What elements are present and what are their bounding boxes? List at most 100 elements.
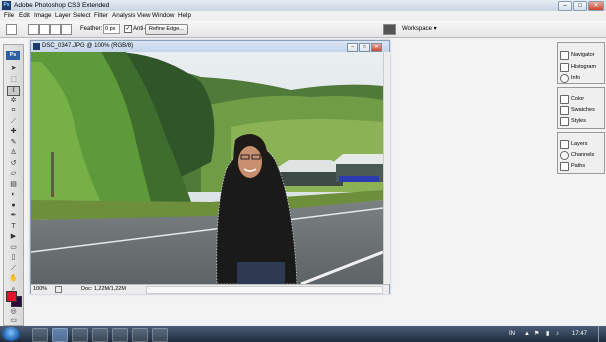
menu-analysis[interactable]: Analysis xyxy=(112,12,135,20)
panel-group-layers: Layers Channels Paths xyxy=(557,132,605,174)
shape-tool-icon[interactable]: ▭ xyxy=(8,244,19,252)
menu-select[interactable]: Select xyxy=(73,12,91,20)
lasso-tool-icon[interactable]: ℓ xyxy=(7,86,20,96)
intersect-selection-icon[interactable] xyxy=(61,24,72,35)
menu-edit[interactable]: Edit xyxy=(19,12,30,20)
panel-channels-label: Channels xyxy=(571,152,595,158)
navigator-icon xyxy=(560,51,569,60)
slice-tool-icon[interactable]: ⟋ xyxy=(8,118,19,126)
tray-arrow-icon[interactable]: ▲ xyxy=(524,329,530,339)
dodge-tool-icon[interactable]: ● xyxy=(8,202,19,210)
taskbar-app2-icon[interactable] xyxy=(132,328,148,342)
brush-tool-icon[interactable]: ✎ xyxy=(8,139,19,147)
hand-tool-icon[interactable]: ✋ xyxy=(8,275,19,283)
panel-layers-label: Layers xyxy=(571,141,588,147)
options-bar: Feather: 0 px ✓ Anti-alias Refine Edge..… xyxy=(0,21,606,38)
foreground-color-swatch[interactable] xyxy=(6,291,17,302)
menu-layer[interactable]: Layer xyxy=(55,12,71,20)
healing-brush-icon[interactable]: ✚ xyxy=(8,128,19,136)
info-icon xyxy=(560,74,569,83)
panel-info-label: Info xyxy=(571,75,581,81)
gradient-tool-icon[interactable]: ▤ xyxy=(8,181,19,189)
eyedropper-icon[interactable]: ⟋ xyxy=(8,265,19,273)
doc-close-button[interactable]: ✕ xyxy=(371,43,382,52)
panel-navigator[interactable]: Navigator xyxy=(560,50,602,60)
horizontal-scrollbar[interactable] xyxy=(146,286,383,294)
toolbox-ps-badge: Ps xyxy=(6,51,20,60)
menu-help[interactable]: Help xyxy=(178,12,191,20)
panel-histogram-label: Histogram xyxy=(571,64,597,70)
minimize-button[interactable]: – xyxy=(558,1,572,11)
new-selection-icon[interactable] xyxy=(28,24,39,35)
paths-icon xyxy=(560,162,569,171)
panel-color-label: Color xyxy=(571,96,585,102)
menu-window[interactable]: Window xyxy=(152,12,174,20)
panel-layers[interactable]: Layers xyxy=(560,139,602,149)
show-desktop-button[interactable] xyxy=(598,326,606,342)
magic-wand-icon[interactable]: ✲ xyxy=(8,97,19,105)
marquee-tool-icon[interactable]: ⬚ xyxy=(8,76,19,84)
channels-icon xyxy=(560,151,569,160)
refine-edge-button[interactable]: Refine Edge... xyxy=(145,24,188,35)
panel-styles-label: Styles xyxy=(571,118,586,124)
crop-tool-icon[interactable]: ⌗ xyxy=(8,107,19,115)
zoom-level[interactable]: 100% xyxy=(33,285,53,293)
type-tool-icon[interactable]: T xyxy=(8,223,19,231)
screen-mode-icon[interactable]: ▭ xyxy=(8,317,19,325)
language-indicator[interactable]: IN xyxy=(509,329,515,339)
menu-file[interactable]: File xyxy=(4,12,14,20)
feather-input[interactable]: 0 px xyxy=(103,24,120,34)
panel-color[interactable]: Color xyxy=(560,94,602,104)
panel-info[interactable]: Info xyxy=(560,73,602,83)
taskbar-app-icon[interactable] xyxy=(112,328,128,342)
doc-maximize-button[interactable]: □ xyxy=(359,43,370,52)
bridge-icon[interactable] xyxy=(383,24,396,35)
pen-tool-icon[interactable]: ✒ xyxy=(8,212,19,220)
panel-paths[interactable]: Paths xyxy=(560,161,602,171)
taskbar-chrome-icon[interactable] xyxy=(92,328,108,342)
swatches-icon xyxy=(560,106,569,115)
path-select-icon[interactable]: ▶ xyxy=(8,233,19,241)
taskbar-explorer-icon[interactable] xyxy=(32,328,48,342)
blur-tool-icon[interactable]: ◐ xyxy=(8,191,19,199)
start-button[interactable] xyxy=(2,327,20,341)
taskbar-firefox-icon[interactable] xyxy=(72,328,88,342)
quick-mask-icon[interactable]: ◎ xyxy=(8,308,19,316)
photoshop-logo-icon: Ps xyxy=(2,1,11,10)
eraser-tool-icon[interactable]: ▱ xyxy=(8,170,19,178)
panel-histogram[interactable]: Histogram xyxy=(560,62,602,72)
vertical-scrollbar[interactable] xyxy=(383,52,390,284)
image-canvas[interactable] xyxy=(31,52,383,284)
doc-minimize-button[interactable]: – xyxy=(347,43,358,52)
document-title: DSC_0347.JPG @ 100% (RGB/8) xyxy=(42,43,134,49)
taskbar-photoshop-icon[interactable] xyxy=(52,328,68,342)
close-button[interactable]: ✕ xyxy=(588,1,604,11)
layers-icon xyxy=(560,140,569,149)
tray-network-icon[interactable]: ▮ xyxy=(546,329,549,339)
clone-stamp-icon[interactable]: ♙ xyxy=(8,149,19,157)
history-brush-icon[interactable]: ↺ xyxy=(8,160,19,168)
antialias-checkbox[interactable]: ✓ xyxy=(124,25,132,33)
tray-flag-icon[interactable]: ⚑ xyxy=(534,329,539,339)
tray-volume-icon[interactable]: ♪ xyxy=(556,329,559,339)
menu-image[interactable]: Image xyxy=(34,12,52,20)
tool-preset-icon[interactable] xyxy=(6,24,17,35)
menu-view[interactable]: View xyxy=(137,12,151,20)
workspace-button[interactable]: Workspace ▾ xyxy=(402,25,437,33)
menu-filter[interactable]: Filter xyxy=(94,12,108,20)
photo xyxy=(31,52,383,284)
notes-tool-icon[interactable]: ▯ xyxy=(8,254,19,262)
clock[interactable]: 17:47 xyxy=(572,329,587,339)
panel-swatches[interactable]: Swatches xyxy=(560,105,602,115)
move-tool-icon[interactable]: ➤ xyxy=(8,65,19,73)
color-icon xyxy=(560,95,569,104)
add-selection-icon[interactable] xyxy=(39,24,50,35)
panel-styles[interactable]: Styles xyxy=(560,116,602,126)
status-menu-icon[interactable] xyxy=(55,286,62,293)
subtract-selection-icon[interactable] xyxy=(50,24,61,35)
document-window: DSC_0347.JPG @ 100% (RGB/8) – □ ✕ 100% D… xyxy=(30,40,390,294)
panel-channels[interactable]: Channels xyxy=(560,150,602,160)
taskbar-vlc-icon[interactable] xyxy=(152,328,168,342)
panel-navigator-label: Navigator xyxy=(571,52,595,58)
maximize-button[interactable]: □ xyxy=(573,1,587,11)
